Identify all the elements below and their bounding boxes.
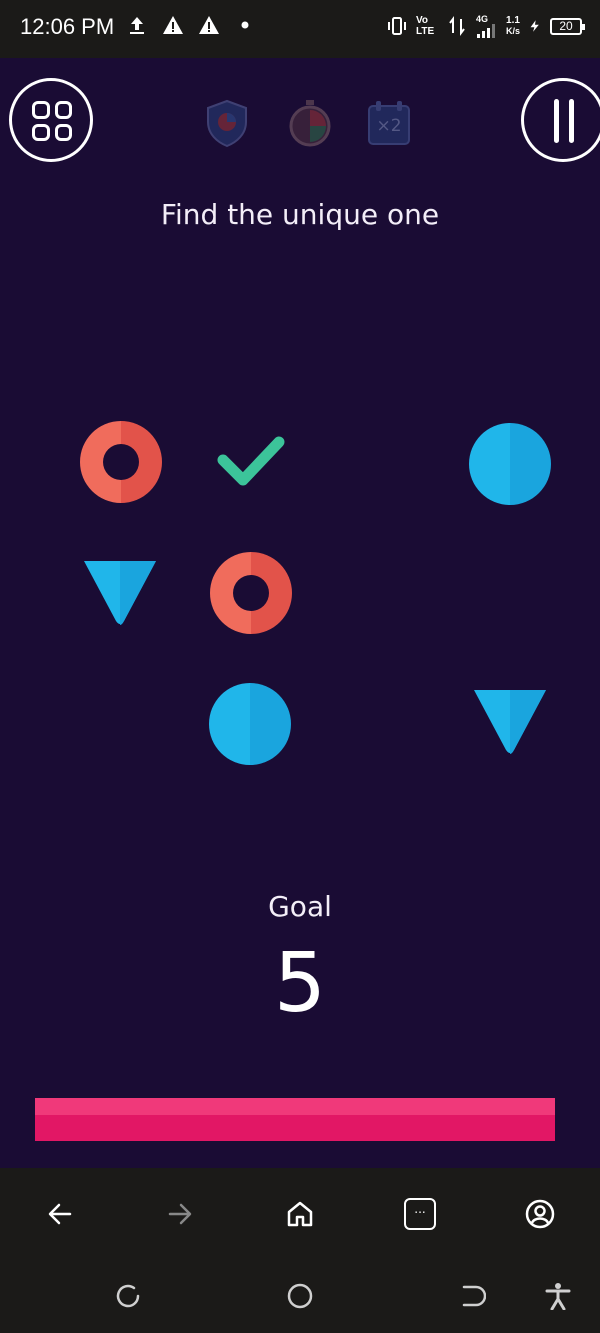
tile-blue-disc[interactable] bbox=[469, 423, 551, 505]
vibrate-icon bbox=[387, 17, 406, 35]
accessibility-icon[interactable] bbox=[544, 1282, 572, 1310]
tile-blue-triangle[interactable] bbox=[471, 686, 549, 756]
x2-powerup-icon[interactable]: ×2 bbox=[366, 98, 412, 148]
upload-icon bbox=[130, 17, 144, 34]
tile-red-ring[interactable] bbox=[80, 421, 162, 503]
data-transfer-icon bbox=[449, 16, 465, 36]
tile-blue-disc[interactable] bbox=[209, 683, 291, 765]
game-area: ×2 Find the unique one Goal 5 bbox=[0, 58, 600, 1168]
browser-nav-bar: ... bbox=[0, 1168, 600, 1258]
goal-label: Goal bbox=[268, 890, 332, 923]
back-arrow-icon[interactable] bbox=[44, 1198, 76, 1230]
goal-value: 5 bbox=[273, 936, 327, 1031]
recents-icon[interactable] bbox=[114, 1282, 142, 1310]
forward-arrow-icon[interactable] bbox=[164, 1198, 196, 1230]
progress-fill bbox=[35, 1098, 555, 1141]
signal-icon bbox=[476, 24, 495, 38]
tile-red-ring[interactable] bbox=[210, 552, 292, 634]
time-progress-bar bbox=[35, 1098, 555, 1141]
timer-powerup-icon[interactable] bbox=[287, 98, 333, 148]
tile-blue-triangle[interactable] bbox=[81, 557, 159, 627]
volte-label: Vo LTE bbox=[415, 15, 435, 37]
home-circle-icon[interactable] bbox=[286, 1282, 314, 1310]
x2-label: ×2 bbox=[376, 116, 402, 136]
charging-icon bbox=[530, 20, 539, 32]
network-type: 4G bbox=[475, 14, 488, 24]
battery-level: 20 bbox=[559, 18, 573, 33]
battery-icon: 20 bbox=[550, 17, 585, 35]
account-icon[interactable] bbox=[524, 1198, 556, 1230]
network-speed-unit: K/s bbox=[505, 26, 520, 36]
system-nav-bar bbox=[0, 1258, 600, 1333]
status-time: 12:06 PM bbox=[20, 14, 115, 39]
tile-checkmark-icon[interactable] bbox=[215, 430, 287, 490]
menu-button[interactable] bbox=[9, 78, 93, 162]
network-speed-value: 1.1 bbox=[506, 15, 520, 26]
shield-powerup-icon[interactable] bbox=[204, 98, 250, 148]
warning-icon bbox=[199, 16, 219, 34]
dot-icon bbox=[241, 21, 249, 29]
home-icon[interactable] bbox=[284, 1198, 316, 1230]
tabs-label: ... bbox=[414, 1202, 426, 1216]
status-bar: 12:06 PM Vo LTE 4G 1.1 K/s 20 bbox=[0, 0, 600, 58]
warning-icon bbox=[163, 16, 183, 34]
tabs-icon[interactable]: ... bbox=[404, 1198, 436, 1230]
grid-menu-icon bbox=[32, 101, 72, 141]
pause-button[interactable] bbox=[521, 78, 600, 162]
instruction-text: Find the unique one bbox=[160, 198, 440, 231]
back-icon[interactable] bbox=[458, 1282, 486, 1310]
